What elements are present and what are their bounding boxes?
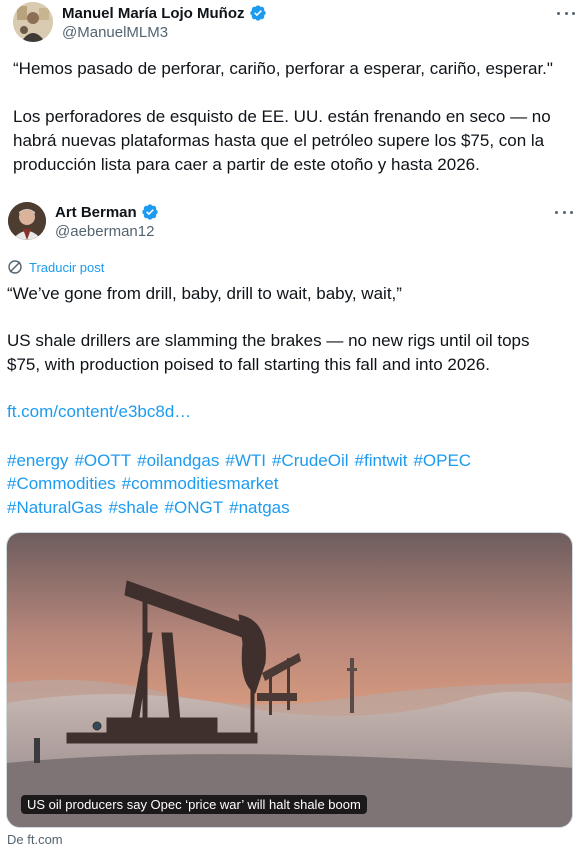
- hashtag-link[interactable]: #commoditiesmarket: [122, 474, 279, 493]
- hashtag-link[interactable]: #natgas: [229, 498, 290, 517]
- author-handle[interactable]: @ManuelMLM3: [62, 24, 168, 41]
- hashtag-link[interactable]: #ONGT: [165, 498, 224, 517]
- card-image: [7, 533, 572, 827]
- quoted-text-line-3: $75, with production poised to fall star…: [7, 355, 490, 374]
- author-name-text[interactable]: Manuel María Lojo Muñoz: [62, 5, 245, 22]
- more-options-icon[interactable]: [552, 205, 576, 219]
- translate-label[interactable]: Traducir post: [29, 260, 104, 275]
- hashtag-link[interactable]: #fintwit: [355, 451, 408, 470]
- hashtag-link[interactable]: #NaturalGas: [7, 498, 102, 517]
- quoted-author-name-text[interactable]: Art Berman: [55, 204, 137, 221]
- card-source[interactable]: De ft.com: [7, 832, 63, 847]
- hashtag-link[interactable]: #WTI: [225, 451, 266, 470]
- hashtag-link[interactable]: #CrudeOil: [272, 451, 349, 470]
- translate-post-link[interactable]: Traducir post: [7, 259, 104, 275]
- card-caption: US oil producers say Opec ‘price war’ wi…: [21, 795, 367, 814]
- hashtags-line-3: #NaturalGas #shale #ONGT #natgas: [7, 496, 296, 520]
- hashtag-link[interactable]: #shale: [108, 498, 158, 517]
- link-card[interactable]: [6, 532, 573, 828]
- quoted-text-line-1: “We’ve gone from drill, baby, drill to w…: [7, 284, 402, 303]
- quoted-text-line-2: US shale drillers are slamming the brake…: [7, 331, 530, 350]
- verified-badge-icon: [249, 5, 266, 21]
- hashtag-link[interactable]: #Commodities: [7, 474, 116, 493]
- post-text-line-3: habrá nuevas plataformas hasta que el pe…: [13, 131, 545, 150]
- quoted-author-handle[interactable]: @aeberman12: [55, 223, 154, 240]
- translate-icon: [8, 260, 22, 274]
- more-options-icon[interactable]: [554, 6, 578, 20]
- post-text-line-1: “Hemos pasado de perforar, cariño, perfo…: [13, 59, 553, 78]
- quoted-author-name[interactable]: Art Berman: [55, 203, 159, 221]
- author-avatar[interactable]: [13, 2, 53, 42]
- tweet: Manuel María Lojo Muñoz @ManuelMLM3 “Hem…: [0, 0, 588, 858]
- quoted-author-avatar[interactable]: [8, 202, 46, 240]
- verified-badge-icon: [142, 204, 158, 220]
- hashtag-link[interactable]: #energy: [7, 451, 68, 470]
- hashtags-line-1: #energy #OOTT #oilandgas #WTI #CrudeOil #fint…: [7, 449, 477, 473]
- hashtag-link[interactable]: #OOTT: [74, 451, 131, 470]
- article-link[interactable]: ft.com/content/e3bc8d…: [7, 400, 191, 424]
- hashtag-link[interactable]: #OPEC: [413, 451, 471, 470]
- hashtags-line-2: #Commodities #commoditiesmarket: [7, 472, 284, 496]
- hashtag-link[interactable]: #oilandgas: [137, 451, 219, 470]
- post-text-line-4: producción lista para caer a partir de e…: [13, 155, 480, 174]
- author-name[interactable]: Manuel María Lojo Muñoz: [62, 4, 267, 22]
- post-text-line-2: Los perforadores de esquisto de EE. UU. …: [13, 107, 551, 126]
